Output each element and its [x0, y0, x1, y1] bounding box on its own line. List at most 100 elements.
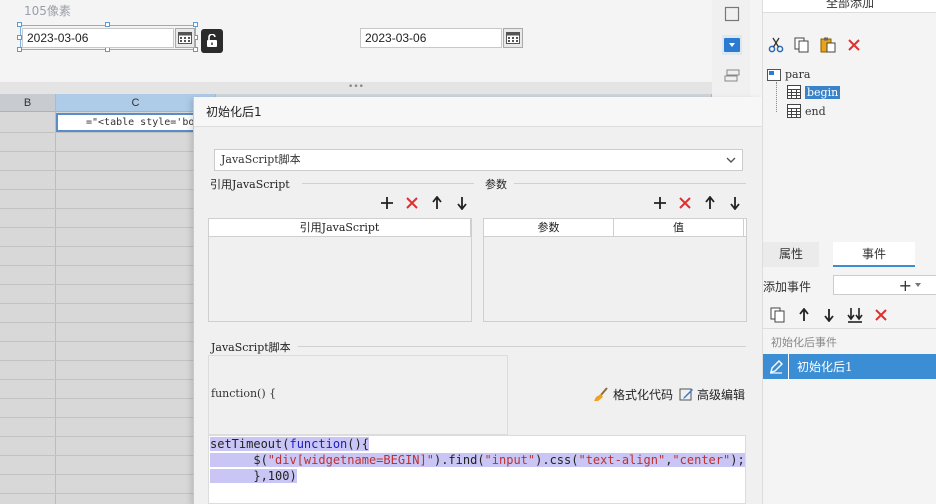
tree-connector	[776, 82, 777, 112]
move-up-ref-button[interactable]	[428, 194, 446, 212]
move-up-event-button[interactable]	[795, 306, 813, 324]
param-grid-header: 参数 值	[484, 219, 746, 237]
frame-icon	[724, 6, 740, 22]
tree-item-label: begin	[805, 85, 841, 99]
section-divider	[302, 183, 474, 184]
divider	[763, 328, 936, 329]
plus-icon	[381, 197, 393, 209]
ref-js-column-header: 引用JavaScript	[209, 219, 471, 236]
frame-tool-button[interactable]	[722, 4, 742, 24]
script-type-select[interactable]: JavaScript脚本	[214, 149, 743, 171]
delete-x-icon	[679, 197, 691, 209]
delete-event-button[interactable]	[872, 306, 890, 324]
resize-handle[interactable]	[105, 22, 110, 27]
arrow-up-icon	[799, 308, 809, 321]
date-field-end[interactable]: 2023-03-06	[360, 28, 502, 48]
arrow-down-icon	[457, 197, 467, 210]
copy-button[interactable]	[793, 36, 811, 54]
dropdown-widget-icon	[724, 38, 740, 52]
tab-properties[interactable]: 属性	[763, 242, 819, 267]
move-down-event-button[interactable]	[820, 306, 838, 324]
column-header-b[interactable]: B	[0, 94, 56, 112]
resize-handle[interactable]	[17, 22, 22, 27]
delete-param-button[interactable]	[676, 194, 694, 212]
advanced-edit-label: 高级编辑	[697, 388, 746, 402]
ref-js-grid[interactable]: 引用JavaScript	[208, 218, 472, 322]
code-token: },100)	[210, 469, 297, 483]
paste-button[interactable]	[819, 36, 837, 54]
param-value-column-header: 值	[614, 219, 744, 236]
dropdown-widget-button[interactable]	[722, 35, 742, 55]
code-line: setTimeout(function(){	[210, 436, 745, 452]
calendar-icon	[787, 85, 801, 99]
date-field-begin[interactable]: 2023-03-06	[22, 28, 174, 48]
add-param-button[interactable]	[651, 194, 669, 212]
code-token: ).css(	[535, 453, 579, 467]
event-item-after-init[interactable]: 初始化后1	[763, 354, 936, 379]
broom-icon	[594, 387, 608, 401]
splitter-handle[interactable]: •••	[0, 82, 712, 94]
code-string: "div[widgetname=BEGIN]"	[267, 453, 434, 467]
code-string: "text-align"	[578, 453, 666, 467]
copy-icon	[770, 307, 785, 323]
format-code-label: 格式化代码	[613, 388, 674, 402]
script-type-value: JavaScript脚本	[221, 153, 301, 166]
cut-button[interactable]	[767, 36, 785, 54]
dialog-title: 初始化后1	[194, 97, 763, 127]
unlock-icon	[207, 34, 217, 47]
add-event-dropdown[interactable]: +	[833, 275, 936, 295]
code-editor[interactable]: setTimeout(function(){ $("div[widgetname…	[208, 435, 746, 504]
unlock-button[interactable]	[201, 29, 223, 53]
edit-icon	[763, 354, 789, 379]
ref-js-grid-header: 引用JavaScript	[209, 219, 471, 237]
code-token: $(	[210, 453, 268, 467]
event-item-label: 初始化后1	[797, 360, 853, 374]
widget-toolbar	[712, 0, 750, 100]
delete-button[interactable]	[845, 36, 863, 54]
advanced-edit-button[interactable]: 高级编辑	[679, 386, 745, 403]
delete-x-icon	[406, 197, 418, 209]
move-up-param-button[interactable]	[701, 194, 719, 212]
tree-root-para[interactable]: para	[767, 68, 810, 81]
add-all-button[interactable]: 全部添加	[763, 0, 936, 13]
add-ref-button[interactable]	[378, 194, 396, 212]
param-grid[interactable]: 参数 值	[483, 218, 747, 322]
paste-icon	[820, 37, 836, 53]
code-token: setTimeout(	[210, 437, 290, 451]
column-header-c[interactable]: C	[56, 94, 216, 112]
code-keyword: function	[289, 437, 348, 451]
edit-icon	[679, 388, 693, 401]
code-string: "center"	[672, 453, 731, 467]
tree-item-begin[interactable]: begin	[787, 85, 841, 99]
calendar-icon	[787, 104, 801, 118]
tree-item-label: end	[805, 104, 826, 118]
format-code-button[interactable]: 格式化代码	[593, 386, 673, 403]
section-divider	[514, 183, 746, 184]
tree-item-end[interactable]: end	[787, 104, 826, 118]
move-bottom-event-button[interactable]	[846, 306, 864, 324]
layer-tool-button[interactable]	[722, 66, 742, 86]
param-name-column-header: 参数	[484, 219, 614, 236]
code-token: (){	[347, 437, 369, 451]
calendar-icon	[506, 32, 520, 44]
delete-ref-button[interactable]	[403, 194, 421, 212]
code-token: ).find(	[433, 453, 485, 467]
active-cell-c[interactable]: ="<table style='bo	[56, 113, 206, 132]
calendar-button-begin[interactable]	[175, 28, 195, 48]
add-event-label: 添加事件	[763, 280, 812, 294]
arrow-up-icon	[432, 196, 442, 209]
function-signature-text: function() {	[211, 387, 277, 400]
section-divider	[298, 346, 746, 347]
move-down-ref-button[interactable]	[453, 194, 471, 212]
chevron-down-icon	[726, 157, 736, 163]
plus-icon	[654, 197, 666, 209]
script-section-label: JavaScript脚本	[211, 341, 291, 354]
code-token: );	[730, 453, 745, 467]
ruler-label: 105像素	[24, 4, 71, 18]
move-down-param-button[interactable]	[726, 194, 744, 212]
calendar-button-end[interactable]	[503, 28, 523, 48]
resize-handle[interactable]	[193, 22, 198, 27]
tab-events[interactable]: 事件	[833, 242, 915, 267]
copy-event-button[interactable]	[769, 306, 787, 324]
arrow-down-icon	[824, 309, 834, 322]
